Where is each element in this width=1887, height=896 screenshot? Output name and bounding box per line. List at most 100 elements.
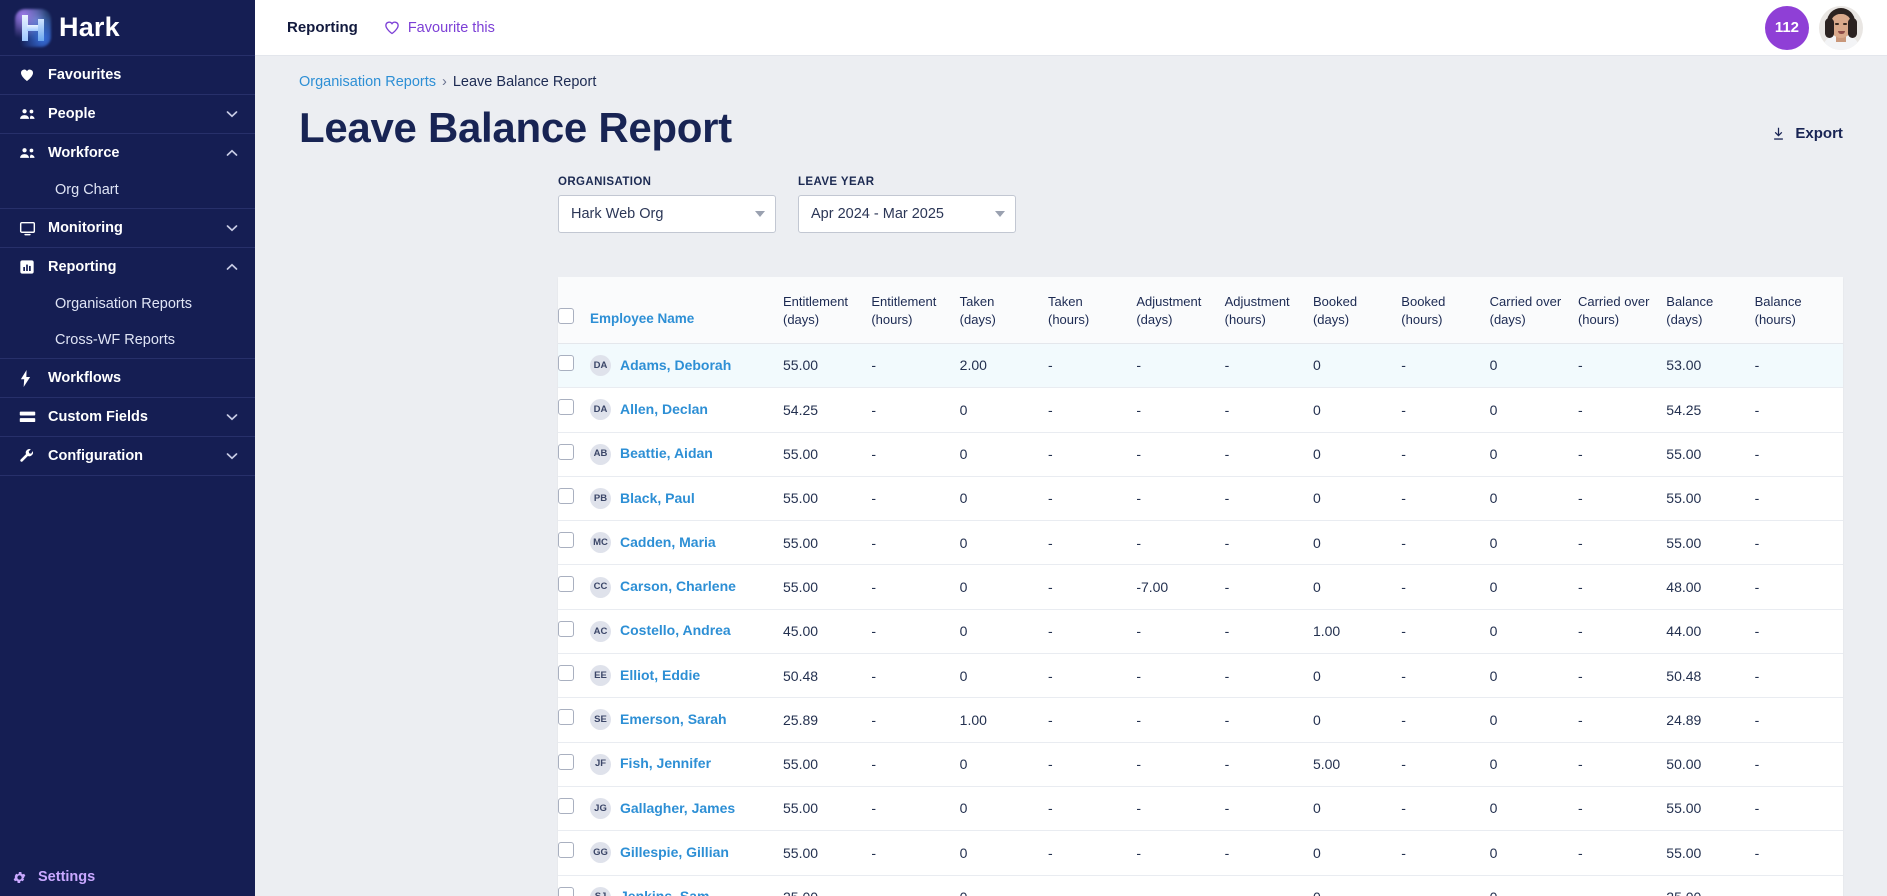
row-checkbox[interactable] xyxy=(558,886,574,896)
table-row[interactable]: CC Carson, Charlene 55.00-0- -7.00-0-0-48.0… xyxy=(558,564,1843,610)
table-row[interactable]: JG Gallagher, James 55.00-0- - -0-0-55.00- xyxy=(558,786,1843,832)
sidebar-subitem-organisation-reports[interactable]: Organisation Reports xyxy=(0,286,255,322)
row-checkbox[interactable] xyxy=(558,753,574,770)
sidebar-item-workflows[interactable]: Workflows xyxy=(0,359,255,397)
avatar-initials: DA xyxy=(590,399,611,421)
select-all-checkbox[interactable] xyxy=(558,308,574,325)
row-checkbox[interactable] xyxy=(558,665,574,682)
organisation-select[interactable]: Hark Web Org xyxy=(558,195,776,234)
employee-name-link[interactable]: Costello, Andrea xyxy=(620,621,731,641)
row-checkbox[interactable] xyxy=(558,797,574,814)
column-header-line1: Carried over xyxy=(1489,294,1562,310)
breadcrumb-parent-link[interactable]: Organisation Reports xyxy=(299,74,436,90)
employee-name-link[interactable]: Black, Paul xyxy=(620,489,695,509)
employee-name-cell: AC Costello, Andrea xyxy=(590,609,783,655)
chevron-down-icon xyxy=(755,211,765,218)
value-cell: - xyxy=(1136,742,1225,787)
sidebar-item-reporting[interactable]: Reporting xyxy=(0,248,255,286)
employee-name-link[interactable]: Beattie, Aidan xyxy=(620,444,713,464)
value-cell: 0 xyxy=(959,786,1048,832)
sidebar-group: Favourites xyxy=(0,56,255,95)
table-row[interactable]: EE Elliot, Eddie 50.48-0- - -0-0-50.48- xyxy=(558,653,1843,699)
value-cell: - xyxy=(1401,387,1490,433)
value-cell: 25.00 xyxy=(1666,875,1755,896)
row-checkbox[interactable] xyxy=(558,842,574,859)
employee-name-link[interactable]: Emerson, Sarah xyxy=(620,710,727,730)
column-header: Adjustment (hours) xyxy=(1224,277,1313,344)
employee-name-link[interactable]: Adams, Deborah xyxy=(620,356,731,376)
table-row[interactable]: SE Emerson, Sarah 25.89-1.00- - -0-0-24.89- xyxy=(558,697,1843,743)
sidebar-item-workforce[interactable]: Workforce xyxy=(0,134,255,172)
employee-name-link[interactable]: Carson, Charlene xyxy=(620,577,736,597)
value-cell: - xyxy=(1136,432,1225,477)
row-checkbox[interactable] xyxy=(558,354,574,371)
table-row[interactable]: PB Black, Paul 55.00-0- - -0-0-55.00- xyxy=(558,476,1843,522)
sidebar-item-monitoring[interactable]: Monitoring xyxy=(0,209,255,247)
employee-name-sort-link[interactable]: Employee Name xyxy=(590,311,694,326)
employee-name-link[interactable]: Fish, Jennifer xyxy=(620,754,711,774)
employee-name-link[interactable]: Elliot, Eddie xyxy=(620,666,700,686)
row-checkbox[interactable] xyxy=(558,620,574,637)
row-checkbox[interactable] xyxy=(558,399,574,416)
value-cell: - xyxy=(1577,564,1667,610)
value-cell: 0 xyxy=(1489,830,1578,876)
value-cell: - xyxy=(1136,697,1225,743)
section-title: Reporting xyxy=(287,19,358,36)
organisation-select-value: Hark Web Org xyxy=(571,206,664,223)
row-checkbox[interactable] xyxy=(558,532,574,549)
chevron-up-icon xyxy=(225,263,239,271)
sidebar-item-label: Reporting xyxy=(48,259,117,275)
export-button[interactable]: Export xyxy=(1771,125,1843,150)
row-checkbox[interactable] xyxy=(558,487,574,504)
employee-name-link[interactable]: Cadden, Maria xyxy=(620,533,716,553)
favourite-this-button[interactable]: Favourite this xyxy=(384,20,495,36)
value-cell: 24.89 xyxy=(1666,697,1755,743)
table-row[interactable]: AC Costello, Andrea 45.00-0- - -1.00-0-44.00… xyxy=(558,609,1843,655)
table-row[interactable]: SJJenkins, Sam25.00-0---0-0-25.00- xyxy=(558,875,1843,896)
table-row[interactable]: AB Beattie, Aidan 55.00-0- - -0-0-55.00- xyxy=(558,432,1843,477)
page-content: Organisation Reports › Leave Balance Repor… xyxy=(255,56,1887,896)
table-row[interactable]: GG Gillespie, Gillian 55.00-0- - -0-0-55.00- xyxy=(558,830,1843,876)
employee-name-link[interactable]: Gallagher, James xyxy=(620,799,735,819)
sidebar-item-settings[interactable]: Settings xyxy=(0,858,255,896)
row-checkbox[interactable] xyxy=(558,576,574,593)
value-cell: 1.00 xyxy=(959,697,1048,743)
column-header-line2: (hours) xyxy=(1047,312,1090,328)
sidebar-item-configuration[interactable]: Configuration xyxy=(0,437,255,475)
column-header-line1: Booked xyxy=(1401,294,1446,310)
sidebar-item-custom-fields[interactable]: Custom Fields xyxy=(0,398,255,436)
employee-name-link[interactable]: Allen, Declan xyxy=(620,400,708,420)
sidebar-subitem-cross-wf-reports[interactable]: Cross-WF Reports xyxy=(0,322,255,358)
sidebar-item-label: People xyxy=(48,106,96,122)
table-row[interactable]: JF Fish, Jennifer 55.00-0- - -5.00-0-50.00- xyxy=(558,742,1843,787)
user-avatar[interactable] xyxy=(1818,5,1863,50)
value-cell: - xyxy=(1754,830,1843,876)
leave-year-select[interactable]: Apr 2024 - Mar 2025 xyxy=(798,195,1016,234)
value-cell: - xyxy=(1577,476,1667,522)
value-cell: - xyxy=(871,476,960,522)
sidebar-group: Workforce Org Chart xyxy=(0,134,255,209)
sidebar-item-people[interactable]: People xyxy=(0,95,255,133)
value-cell: 0 xyxy=(1489,786,1578,832)
row-checkbox[interactable] xyxy=(558,443,574,460)
brand-logo[interactable]: Hark xyxy=(0,0,255,56)
notification-count-badge[interactable]: 112 xyxy=(1764,5,1809,50)
column-header: Taken (hours) xyxy=(1047,277,1137,344)
table-row[interactable]: DA Adams, Deborah 55.00-2.00- - -0-0-53.00- xyxy=(558,343,1843,389)
table-row[interactable]: DA Allen, Declan 54.25-0- - -0-0-54.25- xyxy=(558,387,1843,433)
value-cell: 54.25 xyxy=(783,387,872,433)
row-select-cell xyxy=(558,476,590,522)
sidebar-item-favourites[interactable]: Favourites xyxy=(0,56,255,94)
table-row[interactable]: MC Cadden, Maria 55.00-0- - -0-0-55.00- xyxy=(558,520,1843,566)
column-header-line2: (days) xyxy=(783,312,820,328)
value-cell: 55.00 xyxy=(783,343,872,389)
row-checkbox[interactable] xyxy=(558,709,574,726)
column-header-line1: Adjustment xyxy=(1224,294,1290,310)
sidebar-subitem-org-chart[interactable]: Org Chart xyxy=(0,172,255,208)
column-header-line2: (days) xyxy=(1312,312,1350,328)
breadcrumb-separator: › xyxy=(442,74,447,90)
value-cell: - xyxy=(1136,830,1225,876)
employee-name-link[interactable]: Jenkins, Sam xyxy=(620,887,710,896)
employee-name-link[interactable]: Gillespie, Gillian xyxy=(620,843,729,863)
column-header-line1: Adjustment xyxy=(1136,294,1202,310)
